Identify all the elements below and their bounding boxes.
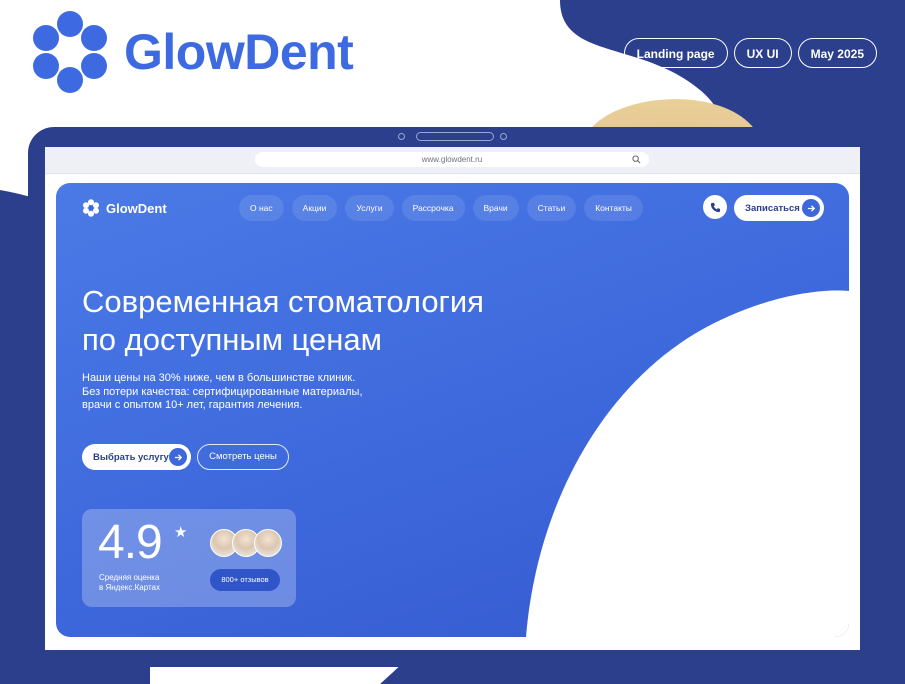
arrow-right-icon — [802, 199, 820, 217]
project-tags: Landing page UX UI May 2025 — [623, 38, 877, 68]
nav-item-doctors[interactable]: Врачи — [472, 195, 519, 221]
main-nav: О нас Акции Услуги Рассрочка Врачи Стать… — [239, 195, 643, 221]
rating-value: 4.9 — [98, 516, 163, 569]
rating-caption: Средняя оценка в Яндекс.Картах — [99, 573, 160, 592]
reviewer-avatars — [210, 529, 282, 559]
url-text: www.glowdent.ru — [421, 155, 483, 164]
camera-dot-right — [500, 133, 507, 140]
arrow-right-icon — [169, 448, 187, 466]
browser-screen: www.glowdent.ru GlowDent О нас Акции Усл… — [45, 147, 860, 650]
nav-item-promotions[interactable]: Акции — [291, 195, 338, 221]
rating-caption-line-1: Средняя оценка — [99, 573, 160, 582]
tag-date: May 2025 — [797, 38, 877, 68]
subtext-line-3: врачи с опытом 10+ лет, гарантия лечения… — [82, 399, 303, 411]
avatar — [254, 529, 282, 557]
view-prices-button[interactable]: Смотреть цены — [197, 444, 289, 470]
flower-logo-icon — [83, 199, 99, 217]
search-icon[interactable] — [632, 155, 641, 164]
address-bar[interactable]: www.glowdent.ru — [255, 152, 649, 167]
rating-caption-line-2: в Яндекс.Картах — [99, 582, 161, 592]
nav-item-about[interactable]: О нас — [239, 195, 284, 221]
nav-item-contacts[interactable]: Контакты — [584, 195, 643, 221]
nav-item-services[interactable]: Услуги — [345, 195, 394, 221]
hero-subtext: Наши цены на 30% ниже, чем в большинстве… — [82, 372, 422, 413]
headline-line-1: Современная стоматология — [82, 284, 484, 319]
nav-item-installment[interactable]: Рассрочка — [401, 195, 465, 221]
book-appointment-button[interactable]: Записаться — [734, 195, 824, 221]
star-icon: ★ — [174, 524, 188, 541]
laptop-frame: www.glowdent.ru GlowDent О нас Акции Усл… — [28, 127, 877, 667]
subtext-line-2: Без потери качества: сертифицированные м… — [82, 385, 363, 398]
site-logo[interactable]: GlowDent — [82, 199, 167, 217]
reviews-count-link[interactable]: 800+ отзывов — [210, 569, 280, 591]
flower-logo-icon — [33, 11, 107, 93]
site-name: GlowDent — [106, 200, 167, 216]
tag-landing-page: Landing page — [623, 38, 728, 68]
hero-headline: Современная стоматология по доступным це… — [82, 283, 582, 359]
camera-dot-left — [398, 133, 405, 140]
tag-ux-ui: UX UI — [733, 38, 792, 68]
phone-button[interactable] — [703, 195, 727, 219]
phone-icon — [710, 202, 720, 212]
headline-line-2: по доступным ценам — [82, 322, 382, 357]
rating-card: 4.9 ★ Средняя оценка в Яндекс.Картах 800… — [82, 509, 296, 607]
subtext-line-1: Наши цены на 30% ниже, чем в большинстве… — [82, 372, 356, 384]
brand-name: GlowDent — [124, 24, 354, 80]
camera-bar — [416, 132, 494, 141]
choose-service-button[interactable]: Выбрать услугу — [82, 444, 191, 470]
hero-section: GlowDent О нас Акции Услуги Рассрочка Вр… — [56, 183, 849, 637]
nav-item-articles[interactable]: Статьи — [526, 195, 577, 221]
brand-header: GlowDent — [28, 10, 354, 94]
choose-service-label: Выбрать услугу — [93, 451, 169, 463]
book-button-label: Записаться — [745, 202, 800, 214]
browser-toolbar: www.glowdent.ru — [45, 147, 860, 174]
